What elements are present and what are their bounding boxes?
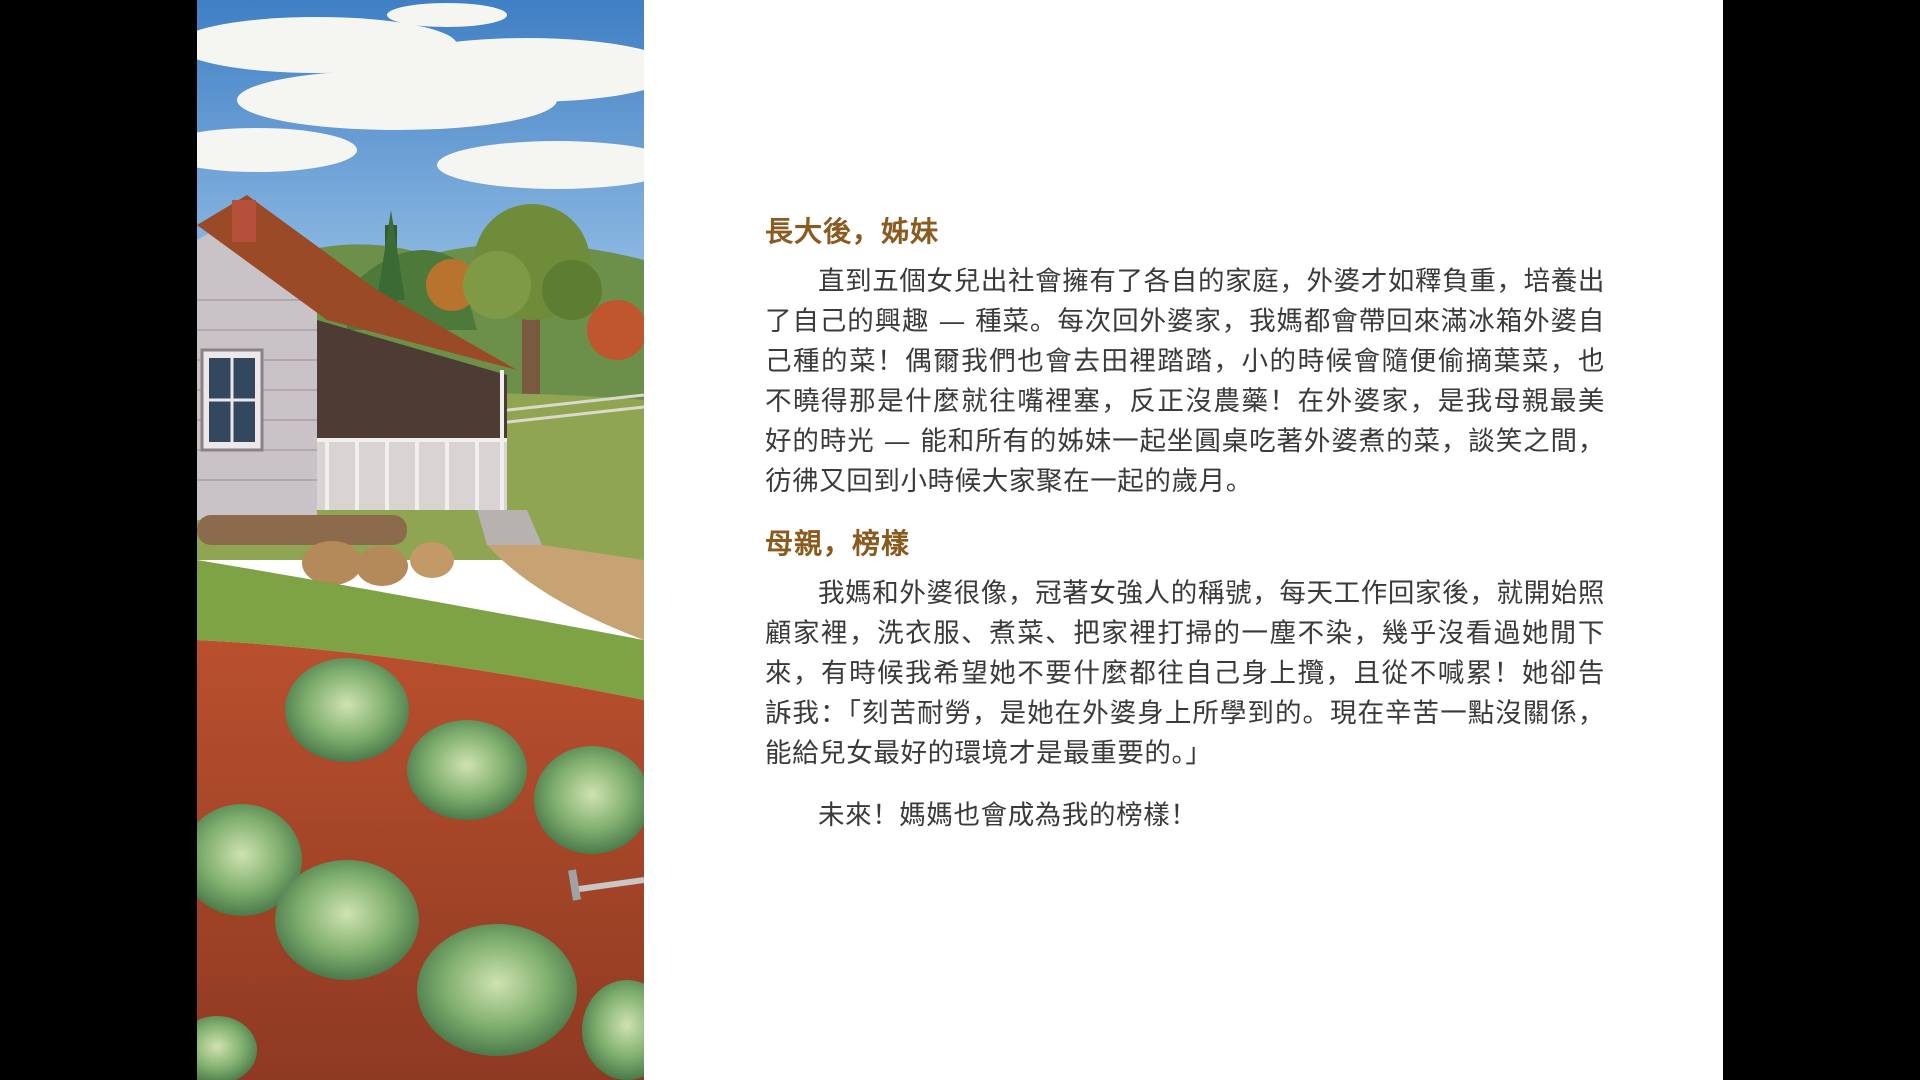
farmhouse-cabbage-painting — [197, 0, 644, 1080]
closing-line: 未來！媽媽也會成為我的榜樣！ — [818, 800, 1198, 831]
slide-page: 長大後，姊妹 直到五個女兒出社會擁有了各自的家庭，外婆才如釋負重，培養出了自己的… — [197, 0, 1723, 1080]
section-paragraph-mother: 我媽和外婆很像，冠著女強人的稱號，每天工作回家後，就開始照顧家裡，洗衣服、煮菜、… — [765, 578, 1605, 769]
section-heading-mother: 母親，榜樣 — [765, 527, 911, 560]
article-text: 長大後，姊妹 直到五個女兒出社會擁有了各自的家庭，外婆才如釋負重，培養出了自己的… — [765, 212, 1605, 858]
section-paragraph-sisters: 直到五個女兒出社會擁有了各自的家庭，外婆才如釋負重，培養出了自己的興趣 — 種菜… — [765, 266, 1605, 497]
section-heading-sisters: 長大後，姊妹 — [765, 215, 940, 248]
